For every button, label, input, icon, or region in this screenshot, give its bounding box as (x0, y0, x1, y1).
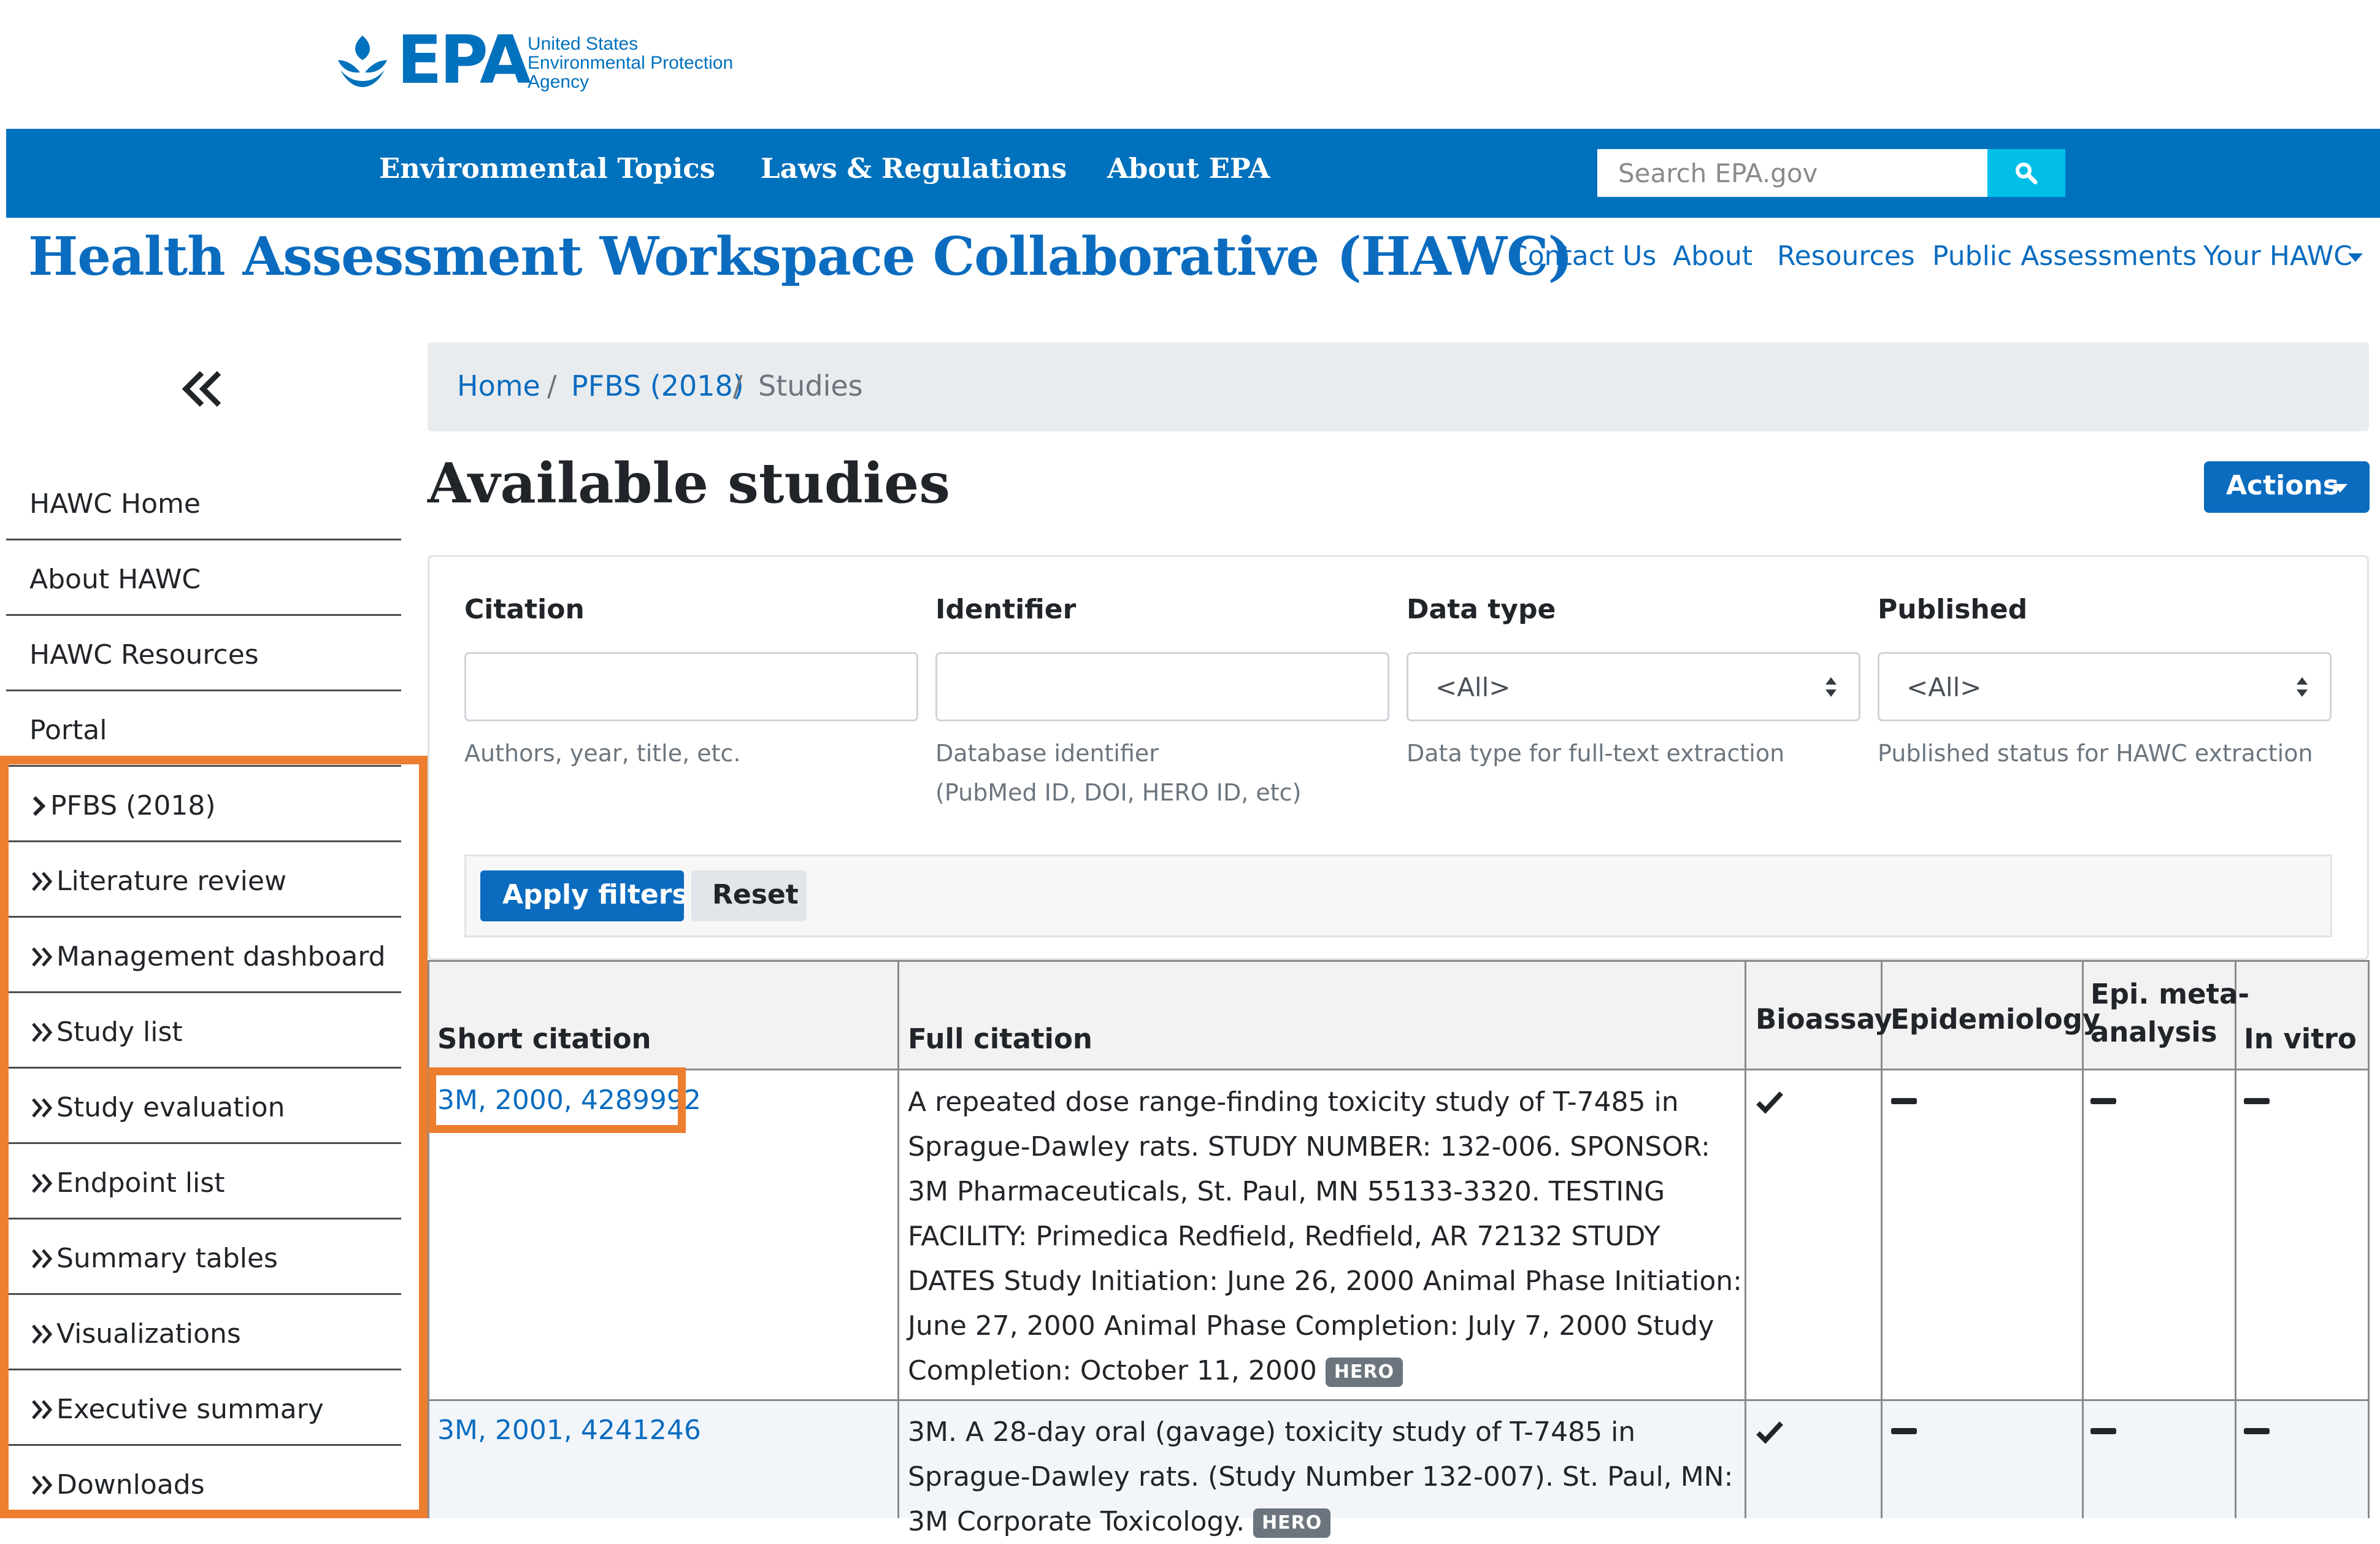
link-contact-us[interactable]: Contact Us (1509, 240, 1656, 272)
short-citation-link[interactable]: 3M, 2001, 4241246 (437, 1415, 701, 1446)
citation-label: Citation (464, 594, 585, 625)
dash-icon (1891, 1098, 1917, 1104)
sidebar-item-hawc-home[interactable]: HAWC Home (6, 465, 401, 540)
epa-agency-name: United States Environmental Protection A… (528, 34, 734, 92)
sidebar-item-about-hawc[interactable]: About HAWC (6, 540, 401, 616)
check-icon (1756, 1091, 1783, 1114)
breadcrumb-current: Studies (758, 369, 863, 402)
identifier-label: Identifier (935, 594, 1077, 625)
published-select[interactable]: <All> (1878, 652, 2332, 721)
sidebar-item-label: HAWC Home (29, 488, 201, 520)
hero-badge[interactable]: HERO (1253, 1508, 1331, 1538)
actions-dropdown-button[interactable]: Actions (2204, 461, 2370, 513)
header-in-vitro[interactable]: In vitro (2244, 1020, 2357, 1058)
epa-top-nav: Environmental Topics Laws & Regulations … (6, 129, 2380, 218)
select-arrows-icon (1825, 677, 1837, 697)
data-type-help: Data type for full-text extraction (1407, 740, 1785, 767)
epa-logo[interactable]: EPA United States Environmental Protecti… (334, 22, 764, 99)
breadcrumb-home[interactable]: Home (457, 369, 540, 402)
header-epidemiology[interactable]: Epidemiology (1891, 1001, 2100, 1039)
sidebar-item-label: About HAWC (29, 564, 201, 595)
epa-wordmark: EPA (397, 22, 531, 99)
breadcrumb-assessment[interactable]: PFBS (2018) (571, 369, 744, 402)
nav-environmental-topics[interactable]: Environmental Topics (379, 152, 715, 185)
citation-highlight-outline (428, 1067, 686, 1133)
reset-button[interactable]: Reset (691, 870, 807, 921)
dash-icon (2090, 1098, 2116, 1104)
link-about[interactable]: About (1673, 240, 1752, 272)
full-citation: 3M. A 28-day oral (gavage) toxicity stud… (908, 1416, 1733, 1538)
search-icon (2016, 163, 2038, 185)
site-title[interactable]: Health Assessment Workspace Collaborativ… (28, 226, 1573, 288)
sidebar-item-label: Portal (29, 715, 107, 746)
citation-input[interactable] (464, 652, 918, 721)
dash-icon (2090, 1428, 2116, 1434)
double-chevron-left-icon[interactable] (180, 367, 224, 411)
dash-icon (2244, 1098, 2270, 1104)
data-type-label: Data type (1407, 594, 1556, 625)
data-type-value: <All> (1435, 672, 1511, 702)
header-bioassay[interactable]: Bioassay (1756, 1001, 1892, 1039)
actions-label: Actions (2226, 470, 2339, 501)
hero-badge[interactable]: HERO (1325, 1358, 1403, 1387)
table-border (897, 960, 899, 1518)
epa-flower-icon (338, 36, 387, 87)
search-button[interactable] (1987, 149, 2065, 197)
caret-down-icon (2333, 484, 2347, 493)
breadcrumb: Home / PFBS (2018) / Studies (428, 342, 2369, 431)
select-arrows-icon (2297, 677, 2308, 697)
sidebar-item-label: HAWC Resources (29, 639, 259, 670)
link-resources[interactable]: Resources (1777, 240, 1915, 272)
header-short-citation[interactable]: Short citation (437, 1020, 651, 1058)
sidebar-item-hawc-resources[interactable]: HAWC Resources (6, 616, 401, 691)
page-title: Available studies (428, 451, 950, 516)
table-row-divider (428, 1399, 2370, 1401)
header-full-citation[interactable]: Full citation (908, 1020, 1092, 1058)
citation-help: Authors, year, title, etc. (464, 740, 741, 767)
full-citation: A repeated dose range-finding toxicity s… (908, 1086, 1743, 1387)
identifier-input[interactable] (935, 652, 1389, 721)
nav-laws-regulations[interactable]: Laws & Regulations (761, 152, 1067, 185)
nav-about-epa[interactable]: About EPA (1107, 152, 1270, 185)
dash-icon (2244, 1428, 2270, 1434)
dash-icon (1891, 1428, 1917, 1434)
table-border (2082, 960, 2084, 1518)
link-your-hawc[interactable]: Your HAWC (2203, 240, 2352, 272)
table-border (428, 960, 429, 1518)
identifier-help: Database identifier (PubMed ID, DOI, HER… (935, 740, 1302, 806)
search-input[interactable] (1597, 149, 1987, 197)
table-border (2368, 960, 2370, 1518)
published-help: Published status for HAWC extraction (1878, 740, 2313, 767)
breadcrumb-separator: / (733, 369, 743, 402)
header-epi-meta-analysis[interactable]: Epi. meta- analysis (2090, 975, 2249, 1051)
breadcrumb-separator: / (547, 369, 557, 402)
check-icon (1756, 1421, 1783, 1444)
sidebar-highlight-outline (0, 756, 428, 1518)
published-value: <All> (1906, 672, 1982, 702)
caret-down-icon (2348, 253, 2363, 262)
apply-filters-button[interactable]: Apply filters (480, 870, 688, 921)
table-border (1881, 960, 1883, 1518)
link-public-assessments[interactable]: Public Assessments (1932, 240, 2197, 272)
data-type-select[interactable]: <All> (1407, 652, 1860, 721)
published-label: Published (1878, 594, 2028, 625)
